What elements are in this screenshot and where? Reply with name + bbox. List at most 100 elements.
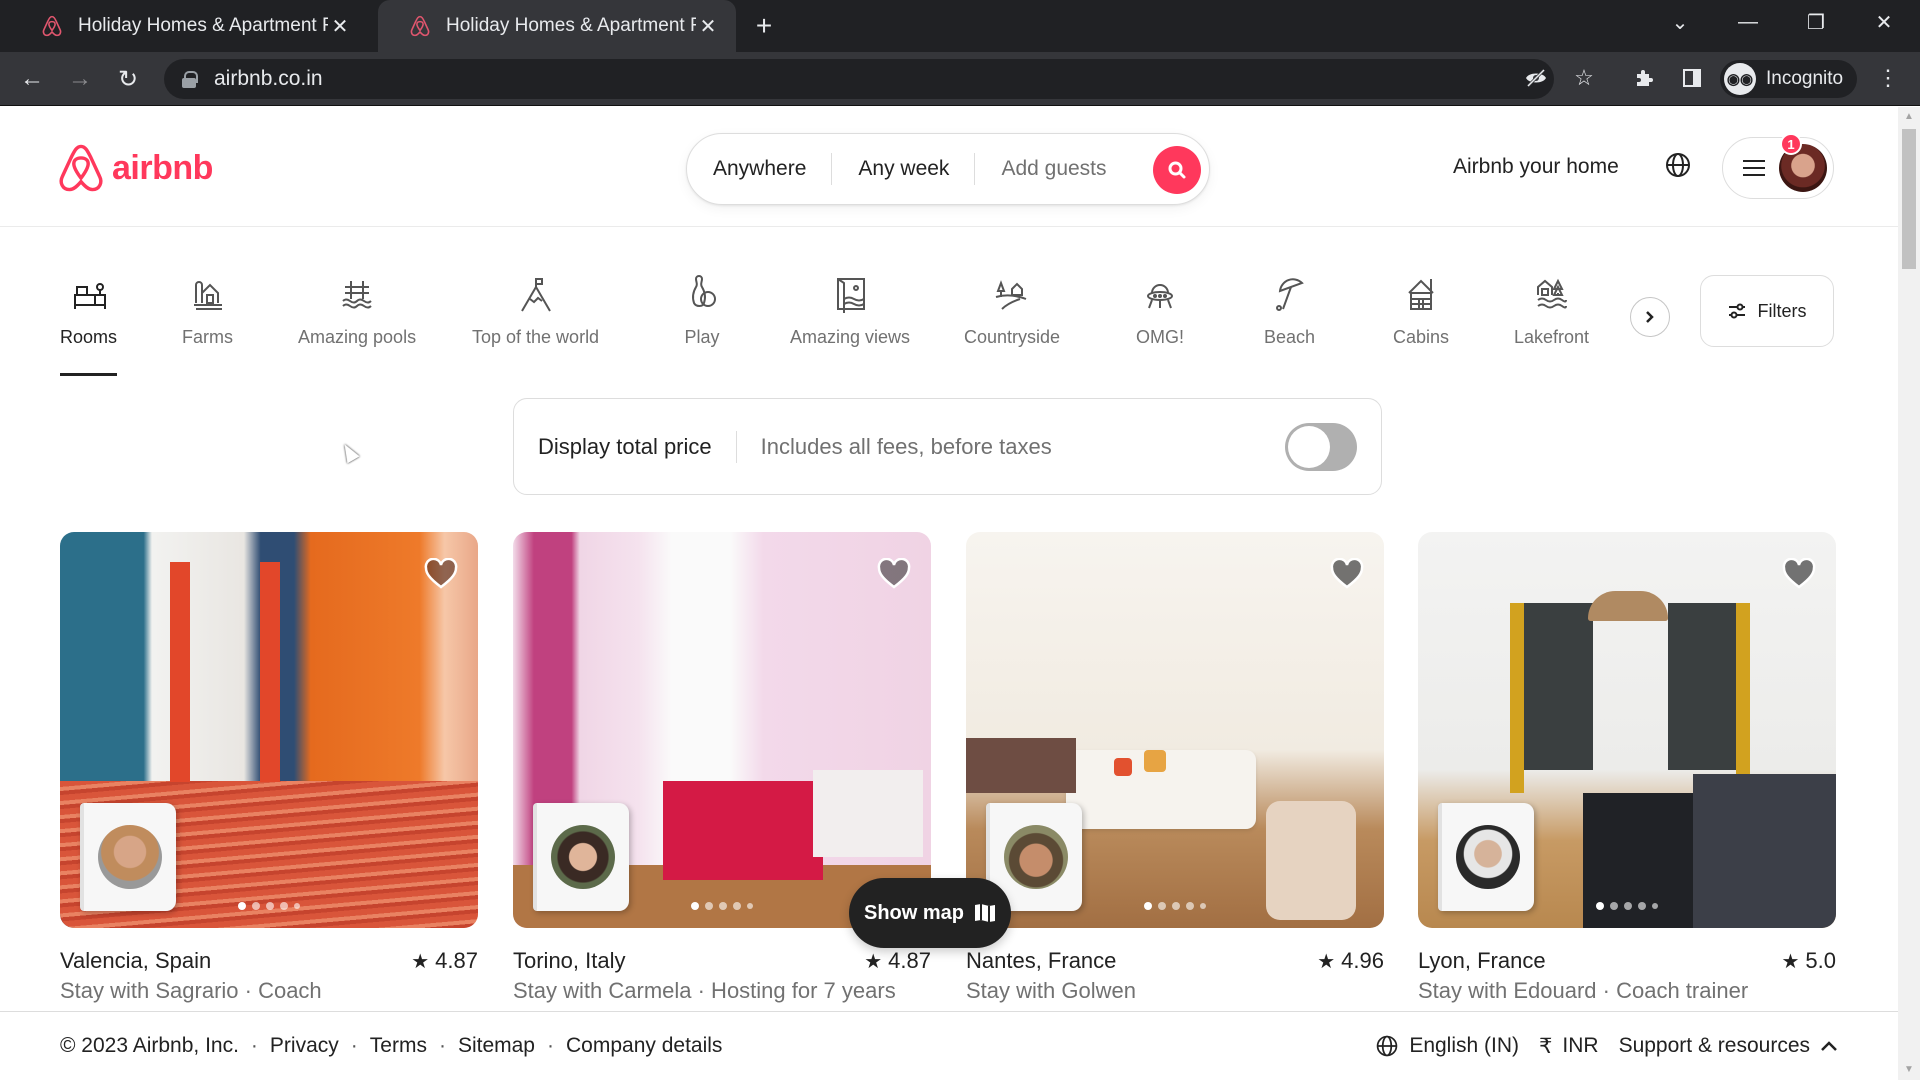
close-tab-icon[interactable]: ✕ [328, 14, 352, 38]
category-farms[interactable]: Farms [182, 275, 233, 348]
currency-selector[interactable]: ₹ INR [1539, 1034, 1599, 1059]
filters-button[interactable]: Filters [1700, 275, 1834, 347]
user-menu-button[interactable] [1722, 137, 1834, 199]
search-submit-button[interactable] [1153, 146, 1201, 194]
footer-link-company-details[interactable]: Company details [566, 1034, 722, 1058]
rooms-icon [73, 283, 106, 309]
chevron-right-icon [1646, 311, 1654, 323]
mountain-flag-icon [520, 278, 551, 312]
language-selector[interactable]: English (IN) [1375, 1034, 1519, 1058]
pillows-photo-region [813, 769, 923, 857]
host-profile-card [1438, 803, 1534, 911]
incognito-icon: ◉◉ [1724, 63, 1756, 95]
close-window-button[interactable]: ✕ [1856, 0, 1912, 44]
category-rooms[interactable]: Rooms [60, 275, 118, 376]
category-countryside[interactable]: Countryside [964, 275, 1060, 348]
language-globe-icon[interactable] [1664, 151, 1694, 181]
category-lakefront[interactable]: Lakefront [1514, 275, 1589, 348]
wishlist-heart-icon[interactable] [1330, 558, 1364, 590]
separator: · [250, 1034, 258, 1057]
listing-card[interactable]: Nantes, France ★ 4.96 Stay with Golwen [966, 532, 1384, 1004]
cushion-photo-region [1144, 749, 1166, 772]
tab-search-chevron-icon[interactable]: ⌄ [1652, 0, 1708, 44]
category-play[interactable]: Play [682, 275, 722, 348]
scroll-up-arrow-icon[interactable]: ▲ [1903, 111, 1915, 123]
reload-button[interactable]: ↻ [110, 61, 146, 97]
page-scrollbar[interactable]: ▲ ▼ [1898, 107, 1920, 1080]
search-add-guests[interactable]: Add guests [975, 157, 1132, 181]
restore-button[interactable]: ❐ [1788, 0, 1844, 44]
search-bar[interactable]: Anywhere Any week Add guests [686, 133, 1210, 205]
listing-photo[interactable] [1418, 532, 1836, 928]
wishlist-heart-icon[interactable] [877, 558, 911, 590]
show-map-button[interactable]: Show map [849, 878, 1011, 948]
lakefront-icon [1536, 278, 1567, 309]
browser-menu-kebab-icon[interactable]: ⋮ [1872, 62, 1904, 94]
star-icon: ★ [411, 950, 430, 973]
minimize-button[interactable]: — [1720, 0, 1776, 44]
side-panel-icon[interactable] [1676, 62, 1708, 94]
sofa-photo-region [1693, 773, 1836, 928]
listing-rating: ★ 4.87 [864, 948, 931, 974]
wishlist-heart-icon[interactable] [424, 558, 458, 590]
footer-link-sitemap[interactable]: Sitemap [458, 1034, 535, 1058]
close-tab-icon[interactable]: ✕ [696, 14, 720, 38]
photo-carousel-dots [1596, 902, 1658, 910]
filters-sliders-icon [1728, 303, 1745, 319]
extensions-puzzle-icon[interactable] [1628, 62, 1660, 94]
search-anywhere[interactable]: Anywhere [687, 153, 833, 185]
bookmark-star-icon[interactable]: ☆ [1568, 62, 1600, 94]
wishlist-heart-icon[interactable] [1782, 558, 1816, 590]
category-scroll-next-button[interactable] [1630, 297, 1670, 337]
support-resources-button[interactable]: Support & resources [1619, 1034, 1838, 1058]
footer-link-terms[interactable]: Terms [370, 1034, 427, 1058]
airbnb-favicon-icon [40, 14, 64, 38]
airbnb-logo[interactable]: airbnb [58, 143, 213, 193]
cushion-photo-region [1114, 757, 1132, 776]
new-tab-button[interactable]: + [748, 10, 780, 42]
display-total-price-toggle[interactable] [1285, 422, 1357, 471]
category-label: Amazing pools [298, 327, 417, 347]
host-profile-card [80, 803, 176, 911]
listing-host-line: Stay with Edouard · Coach trainer [1418, 978, 1749, 1003]
listing-photo[interactable] [513, 532, 931, 928]
airbnb-your-home-link[interactable]: Airbnb your home [1453, 155, 1619, 179]
forward-button[interactable]: → [62, 61, 98, 97]
browser-tab[interactable]: Holiday Homes & Apartment Rentals - Airb… [10, 0, 368, 52]
address-bar[interactable]: airbnb.co.in [164, 59, 1554, 99]
star-icon: ★ [864, 950, 883, 973]
photo-carousel-dots [691, 902, 753, 910]
listing-card[interactable]: Valencia, Spain ★ 4.87 Stay with Sagrario… [60, 532, 478, 1004]
airbnb-belo-icon [59, 144, 103, 192]
footer-link-privacy[interactable]: Privacy [270, 1034, 339, 1058]
host-avatar [1004, 825, 1068, 889]
listing-location: Lyon, France [1418, 948, 1546, 973]
listing-host-line: Stay with Sagrario · Coach [60, 978, 322, 1003]
incognito-profile-button[interactable]: ◉◉ Incognito [1720, 60, 1858, 98]
listing-rating: ★ 4.87 [411, 948, 478, 974]
category-cabins[interactable]: Cabins [1393, 275, 1449, 348]
scrollbar-thumb[interactable] [1902, 129, 1916, 269]
scroll-down-arrow-icon[interactable]: ▼ [1903, 1064, 1915, 1076]
mouse-cursor [338, 440, 360, 464]
search-any-week[interactable]: Any week [832, 153, 976, 185]
browser-tab-strip: Holiday Homes & Apartment Rentals - Airb… [0, 0, 1920, 52]
display-total-price-panel: Display total price Includes all fees, b… [513, 398, 1382, 495]
category-top-of-the-world[interactable]: Top of the world [472, 275, 599, 348]
category-amazing-views[interactable]: Amazing views [790, 275, 910, 348]
separator: · [547, 1034, 554, 1057]
site-footer: © 2023 Airbnb, Inc. · Privacy · Terms · … [0, 1011, 1898, 1080]
umbrella-icon [1275, 278, 1304, 311]
listing-card[interactable]: Lyon, France ★ 5.0 Stay with Edouard · Co… [1418, 532, 1836, 1004]
browser-tab-active[interactable]: Holiday Homes & Apartment Rentals - Airb… [378, 0, 736, 52]
listing-photo[interactable] [60, 532, 478, 928]
category-omg[interactable]: OMG! [1136, 275, 1184, 348]
listing-photo[interactable] [966, 532, 1384, 928]
filters-label: Filters [1757, 300, 1807, 321]
category-amazing-pools[interactable]: Amazing pools [298, 275, 416, 348]
tracking-blocked-eye-icon[interactable] [1520, 62, 1552, 94]
category-beach[interactable]: Beach [1264, 275, 1315, 348]
back-button[interactable]: ← [14, 61, 50, 97]
host-profile-card [533, 803, 629, 911]
language-label: English (IN) [1409, 1034, 1520, 1057]
